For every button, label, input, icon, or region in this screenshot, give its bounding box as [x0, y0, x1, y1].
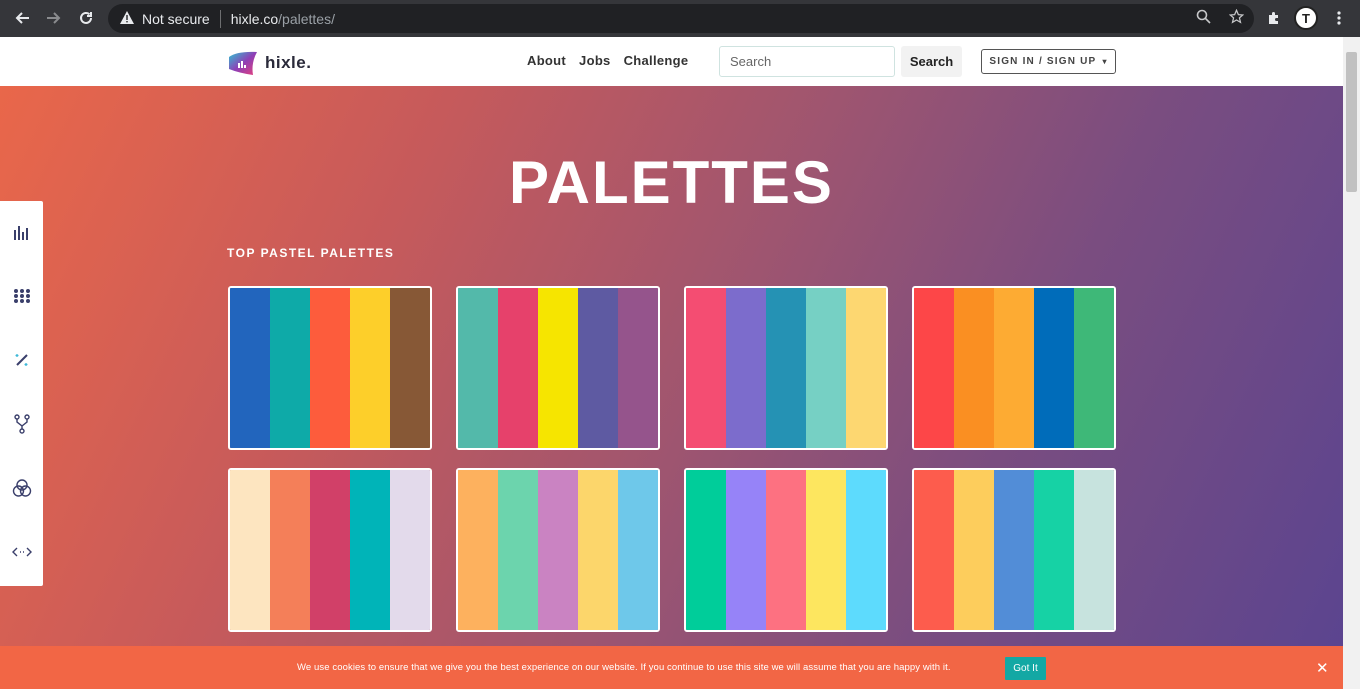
- color-swatch[interactable]: [618, 470, 658, 630]
- nav-jobs-link[interactable]: Jobs: [579, 53, 611, 68]
- color-swatch[interactable]: [766, 288, 806, 448]
- color-swatch[interactable]: [686, 470, 726, 630]
- color-swatch[interactable]: [726, 288, 766, 448]
- left-tool-sidebar: [0, 201, 43, 586]
- palette-card[interactable]: [684, 468, 888, 632]
- code-icon[interactable]: [0, 537, 43, 567]
- palette-card[interactable]: [456, 286, 660, 450]
- color-swatch[interactable]: [1034, 288, 1074, 448]
- color-swatch[interactable]: [726, 470, 766, 630]
- url-divider: [219, 9, 221, 28]
- hero-section: PALETTES TOP PASTEL PALETTES: [0, 86, 1343, 689]
- color-swatch[interactable]: [618, 288, 658, 448]
- site-header: hixle. About Jobs Challenge Search SIGN …: [0, 37, 1343, 86]
- security-label[interactable]: Not secure: [142, 11, 210, 27]
- palette-card[interactable]: [684, 286, 888, 450]
- bookmark-star-icon[interactable]: [1228, 8, 1245, 28]
- logo-text[interactable]: hixle.: [265, 53, 311, 73]
- color-swatch[interactable]: [1074, 470, 1114, 630]
- cookie-message: We use cookies to ensure that we give yo…: [297, 662, 951, 673]
- palette-card[interactable]: [456, 468, 660, 632]
- color-swatch[interactable]: [578, 470, 618, 630]
- cookie-banner: We use cookies to ensure that we give yo…: [0, 646, 1343, 689]
- signin-signup-button[interactable]: SIGN IN / SIGN UP ▾: [981, 49, 1116, 74]
- extensions-icon[interactable]: [1261, 5, 1287, 31]
- color-swatch[interactable]: [498, 470, 538, 630]
- grid-dots-icon[interactable]: [0, 281, 43, 311]
- palette-card[interactable]: [912, 468, 1116, 632]
- color-swatch[interactable]: [914, 470, 954, 630]
- color-swatch[interactable]: [390, 470, 430, 630]
- palette-card[interactable]: [228, 468, 432, 632]
- color-swatch[interactable]: [954, 470, 994, 630]
- palette-card[interactable]: [228, 286, 432, 450]
- color-swatch[interactable]: [310, 288, 350, 448]
- color-swatch[interactable]: [350, 470, 390, 630]
- cookie-accept-button[interactable]: Got It: [1005, 657, 1046, 680]
- nav-about-link[interactable]: About: [527, 53, 566, 68]
- color-swatch[interactable]: [270, 288, 310, 448]
- back-icon[interactable]: [6, 2, 38, 34]
- color-swatch[interactable]: [458, 470, 498, 630]
- chevron-down-icon: ▾: [1102, 57, 1108, 66]
- color-swatch[interactable]: [458, 288, 498, 448]
- site-logo[interactable]: hixle.: [227, 49, 311, 77]
- color-swatch[interactable]: [1034, 470, 1074, 630]
- url-path[interactable]: /palettes/: [278, 11, 335, 27]
- page-viewport: hixle. About Jobs Challenge Search SIGN …: [0, 37, 1343, 689]
- color-swatch[interactable]: [538, 288, 578, 448]
- scrollbar-thumb[interactable]: [1346, 52, 1357, 192]
- color-circles-icon[interactable]: [0, 473, 43, 503]
- color-swatch[interactable]: [954, 288, 994, 448]
- bar-chart-icon[interactable]: [0, 217, 43, 247]
- menu-kebab-icon[interactable]: [1326, 5, 1352, 31]
- signin-label: SIGN IN / SIGN UP: [989, 56, 1097, 67]
- warning-icon[interactable]: [120, 10, 134, 27]
- color-swatch[interactable]: [578, 288, 618, 448]
- color-swatch[interactable]: [994, 288, 1034, 448]
- profile-avatar[interactable]: T: [1294, 6, 1318, 30]
- logo-mark-icon: [227, 49, 259, 77]
- url-host[interactable]: hixle.co: [231, 11, 278, 27]
- color-swatch[interactable]: [498, 288, 538, 448]
- search-button[interactable]: Search: [901, 46, 962, 77]
- color-swatch[interactable]: [230, 288, 270, 448]
- reload-icon[interactable]: [70, 2, 102, 34]
- color-swatch[interactable]: [846, 470, 886, 630]
- color-swatch[interactable]: [270, 470, 310, 630]
- main-nav: About Jobs Challenge: [527, 53, 688, 68]
- nav-challenge-link[interactable]: Challenge: [624, 53, 689, 68]
- color-swatch[interactable]: [350, 288, 390, 448]
- zoom-icon[interactable]: [1196, 9, 1211, 28]
- color-swatch[interactable]: [390, 288, 430, 448]
- color-swatch[interactable]: [538, 470, 578, 630]
- browser-toolbar: Not secure hixle.co/palettes/ T: [0, 0, 1360, 37]
- section-heading: TOP PASTEL PALETTES: [227, 246, 395, 260]
- close-icon[interactable]: ✕: [1316, 659, 1329, 677]
- magic-wand-icon[interactable]: [0, 345, 43, 375]
- color-swatch[interactable]: [806, 288, 846, 448]
- color-swatch[interactable]: [766, 470, 806, 630]
- color-swatch[interactable]: [686, 288, 726, 448]
- page-title: PALETTES: [509, 149, 834, 216]
- palette-card[interactable]: [912, 286, 1116, 450]
- color-swatch[interactable]: [230, 470, 270, 630]
- color-swatch[interactable]: [806, 470, 846, 630]
- forward-icon[interactable]: [38, 2, 70, 34]
- color-swatch[interactable]: [310, 470, 350, 630]
- color-swatch[interactable]: [994, 470, 1034, 630]
- fork-icon[interactable]: [0, 409, 43, 439]
- color-swatch[interactable]: [1074, 288, 1114, 448]
- search-input[interactable]: [719, 46, 895, 77]
- color-swatch[interactable]: [846, 288, 886, 448]
- address-bar[interactable]: Not secure hixle.co/palettes/: [108, 4, 1254, 33]
- color-swatch[interactable]: [914, 288, 954, 448]
